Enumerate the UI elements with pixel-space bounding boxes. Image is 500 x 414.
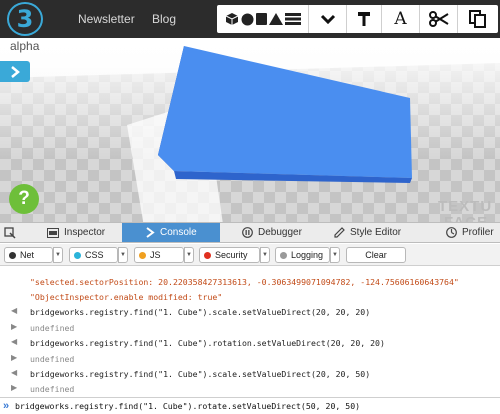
3d-viewport[interactable]: TEXTU FACE	[0, 38, 500, 222]
input-marker-icon: ◀	[11, 306, 18, 315]
tab-debugger[interactable]: Debugger	[220, 223, 318, 242]
inspector-icon	[47, 227, 59, 238]
input-marker-icon: ◀	[11, 368, 18, 377]
filter-css-dropdown[interactable]: ▼	[118, 247, 128, 263]
js-dot-icon	[139, 251, 146, 259]
app-logo[interactable]: 3	[7, 2, 43, 36]
console-icon	[146, 227, 155, 238]
css-dot-icon	[74, 251, 81, 259]
logging-dot-icon	[280, 251, 287, 259]
style-editor-icon	[334, 227, 345, 238]
tab-style-editor[interactable]: Style Editor	[318, 223, 422, 242]
prompt-icon: »	[3, 400, 10, 412]
top-bar: 3 Newsletter Blog A	[0, 0, 500, 38]
filter-security-button[interactable]: Security	[199, 247, 260, 263]
watermark-text: FACE	[444, 214, 488, 222]
command-line: bridgeworks.registry.find("1. Cube").sca…	[30, 307, 371, 317]
devtools-tabs: Inspector Console Debugger Style Editor …	[0, 222, 500, 243]
tab-profiler[interactable]: Profiler	[422, 223, 500, 242]
shape-tools[interactable]	[217, 5, 309, 33]
filter-js-dropdown[interactable]: ▼	[184, 247, 194, 263]
sphere-icon[interactable]	[241, 13, 254, 26]
log-line: "ObjectInspector.enable modified: true"	[30, 292, 223, 302]
help-button[interactable]: ?	[9, 184, 39, 214]
console-filter-bar: Net ▼ CSS ▼ JS ▼ Security ▼ Logging ▼ Cl…	[0, 244, 500, 266]
help-icon: ?	[18, 188, 30, 209]
output-marker-icon: ▶	[11, 383, 18, 392]
chevron-right-icon	[11, 65, 20, 78]
expand-panel-button[interactable]	[0, 61, 30, 82]
toolbar: A	[217, 5, 498, 33]
output-marker-icon: ▶	[11, 353, 18, 362]
command-line: bridgeworks.registry.find("1. Cube").sca…	[30, 369, 371, 379]
filter-net-button[interactable]: Net	[4, 247, 53, 263]
filter-css-button[interactable]: CSS	[69, 247, 118, 263]
cube-icon[interactable]	[225, 12, 239, 26]
nav-blog[interactable]: Blog	[152, 12, 176, 26]
console-input-row: »	[0, 397, 500, 414]
stack-icon[interactable]	[284, 12, 301, 26]
filter-logging-button[interactable]: Logging	[275, 247, 330, 263]
clear-button[interactable]: Clear	[346, 247, 406, 263]
filter-js-button[interactable]: JS	[134, 247, 184, 263]
version-label: alpha	[10, 39, 40, 53]
filter-net-dropdown[interactable]: ▼	[53, 247, 63, 263]
console-output[interactable]: "selected.sectorPosition: 20.22035842731…	[0, 267, 500, 397]
result-line: undefined	[30, 354, 75, 364]
scissors-icon[interactable]	[420, 5, 458, 33]
inspect-icon	[4, 226, 16, 239]
logo-text: 3	[16, 5, 34, 33]
security-dot-icon	[204, 251, 211, 259]
result-line: undefined	[30, 384, 75, 394]
output-marker-icon: ▶	[11, 322, 18, 331]
watermark-text: TEXTU	[438, 198, 493, 215]
input-marker-icon: ◀	[11, 337, 18, 346]
command-line: bridgeworks.registry.find("1. Cube").rot…	[30, 338, 385, 348]
tab-inspector[interactable]: Inspector	[27, 223, 122, 242]
font-icon[interactable]: A	[382, 5, 420, 33]
tab-console[interactable]: Console	[122, 223, 220, 242]
log-line: "selected.sectorPosition: 20.22035842731…	[30, 277, 459, 287]
result-line: undefined	[30, 323, 75, 333]
cylinder-icon[interactable]	[255, 12, 267, 26]
debugger-icon	[242, 227, 253, 238]
hammer-icon[interactable]	[347, 5, 382, 33]
cone-icon[interactable]	[268, 12, 283, 26]
console-input[interactable]	[15, 399, 495, 413]
copy-icon[interactable]	[458, 5, 498, 33]
profiler-icon	[446, 227, 457, 238]
dropdown-icon[interactable]	[309, 5, 347, 33]
net-dot-icon	[9, 251, 16, 259]
scene-canvas[interactable]	[0, 38, 500, 222]
filter-logging-dropdown[interactable]: ▼	[330, 247, 340, 263]
nav-newsletter[interactable]: Newsletter	[78, 12, 135, 26]
filter-security-dropdown[interactable]: ▼	[260, 247, 270, 263]
tab-pick-element[interactable]	[0, 223, 27, 242]
